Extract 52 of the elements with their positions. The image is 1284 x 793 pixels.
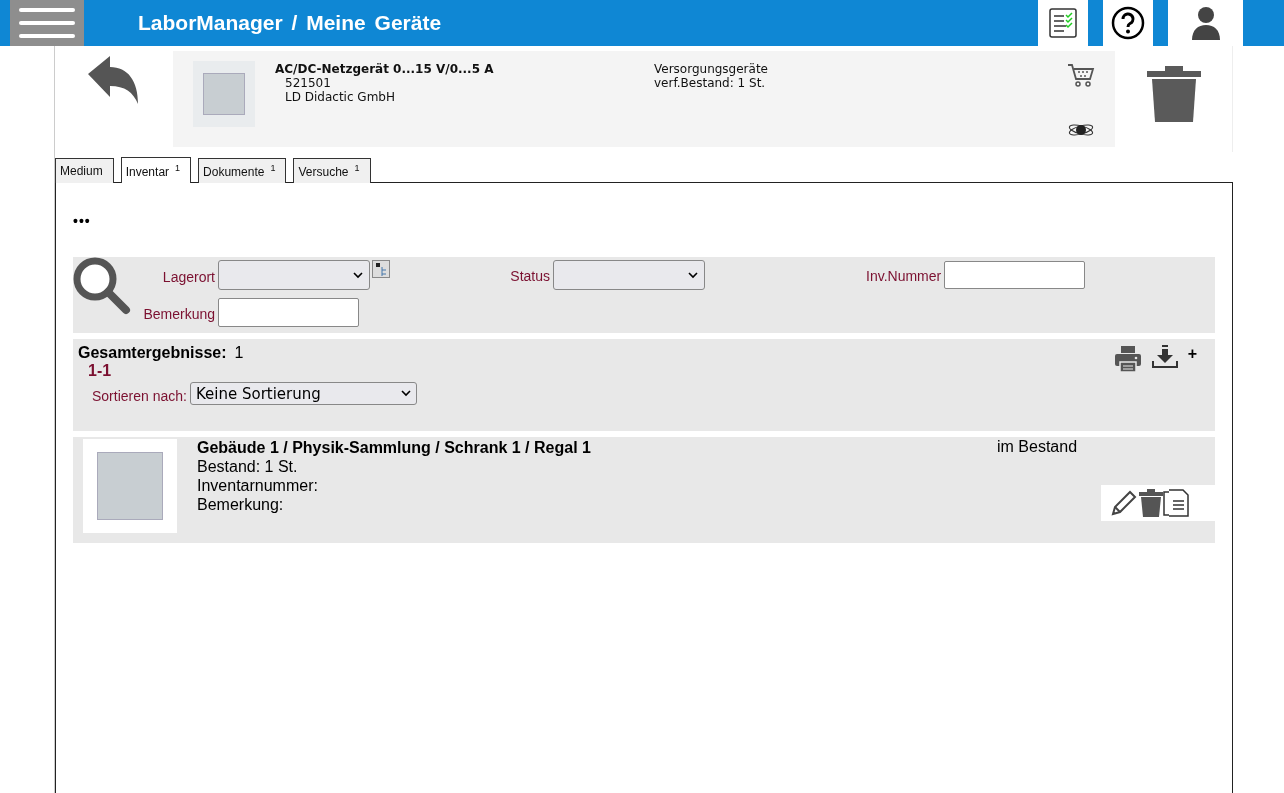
tab[interactable]: Versuche $^{1}$	[293, 158, 371, 183]
checklist-icon	[1049, 8, 1077, 38]
location-path: Gebäude 1 / Physik-Sammlung / Schrank 1 / Regal 1	[197, 438, 592, 457]
sort-label: Sortieren nach:	[92, 387, 187, 404]
remark-label: Bemerkung:	[197, 495, 285, 514]
field-label: Inv.Nummer	[866, 267, 942, 284]
available-stock: verf.Bestand: 1 St.	[654, 76, 767, 90]
documents-icon[interactable]	[1163, 489, 1189, 517]
page-title: LaborManager / Meine Geräte	[138, 11, 442, 35]
menu-icon	[19, 7, 75, 39]
stock-text: Bestand: 1 St.	[197, 457, 299, 476]
input-field[interactable]	[218, 298, 359, 327]
trash-icon[interactable]	[1139, 489, 1163, 517]
user-icon	[1191, 6, 1220, 40]
menu-button[interactable]	[10, 0, 84, 46]
tree-icon[interactable]	[372, 260, 390, 278]
back-arrow-icon[interactable]	[88, 56, 140, 104]
photo-placeholder	[193, 61, 255, 127]
inventory-number-label: Inventarnummer:	[197, 476, 319, 495]
tab[interactable]: Inventar $^{1}$	[120, 157, 192, 183]
caret-icon	[400, 390, 411, 397]
field-label: Bemerkung	[142, 305, 215, 322]
cart-icon[interactable]	[1067, 63, 1095, 87]
user-button[interactable]	[1168, 0, 1243, 46]
checklist-button[interactable]	[1038, 0, 1088, 46]
download-icon[interactable]	[1151, 345, 1178, 369]
atom-icon[interactable]	[1068, 123, 1094, 137]
manufacturer-name: LD Didactic GmbH	[285, 90, 396, 104]
search-icon[interactable]	[73, 257, 131, 315]
product-number: 521501	[285, 76, 332, 90]
sort-dropdown[interactable]: Keine Sortierung	[189, 382, 417, 405]
product-category: Versorgungsgeräte	[654, 62, 769, 76]
total-label: Gesamtergebnisse:	[78, 344, 227, 362]
more-menu[interactable]: •••	[73, 213, 1215, 257]
caret-icon	[688, 271, 698, 279]
total-count: 1	[234, 344, 244, 362]
caret-icon	[353, 271, 363, 279]
tab[interactable]: Dokumente $^{1}$	[198, 158, 287, 183]
pencil-icon[interactable]	[1111, 490, 1139, 516]
field-label: Status	[509, 267, 550, 284]
field-label: Lagerort	[161, 268, 215, 285]
status-text: im Bestand	[997, 438, 1079, 456]
add-button[interactable]: +	[1187, 345, 1197, 363]
product-name: AC/DC-Netzgerät 0...15 V/0...5 A	[275, 62, 495, 76]
result-range: 1-1	[88, 362, 113, 380]
tab[interactable]: Medium	[55, 158, 114, 183]
help-icon	[1111, 6, 1145, 40]
input-field[interactable]	[944, 261, 1086, 289]
help-button[interactable]	[1103, 0, 1153, 46]
print-icon[interactable]	[1113, 345, 1142, 373]
trash-icon[interactable]	[1146, 66, 1201, 122]
dropdown[interactable]	[553, 260, 705, 290]
